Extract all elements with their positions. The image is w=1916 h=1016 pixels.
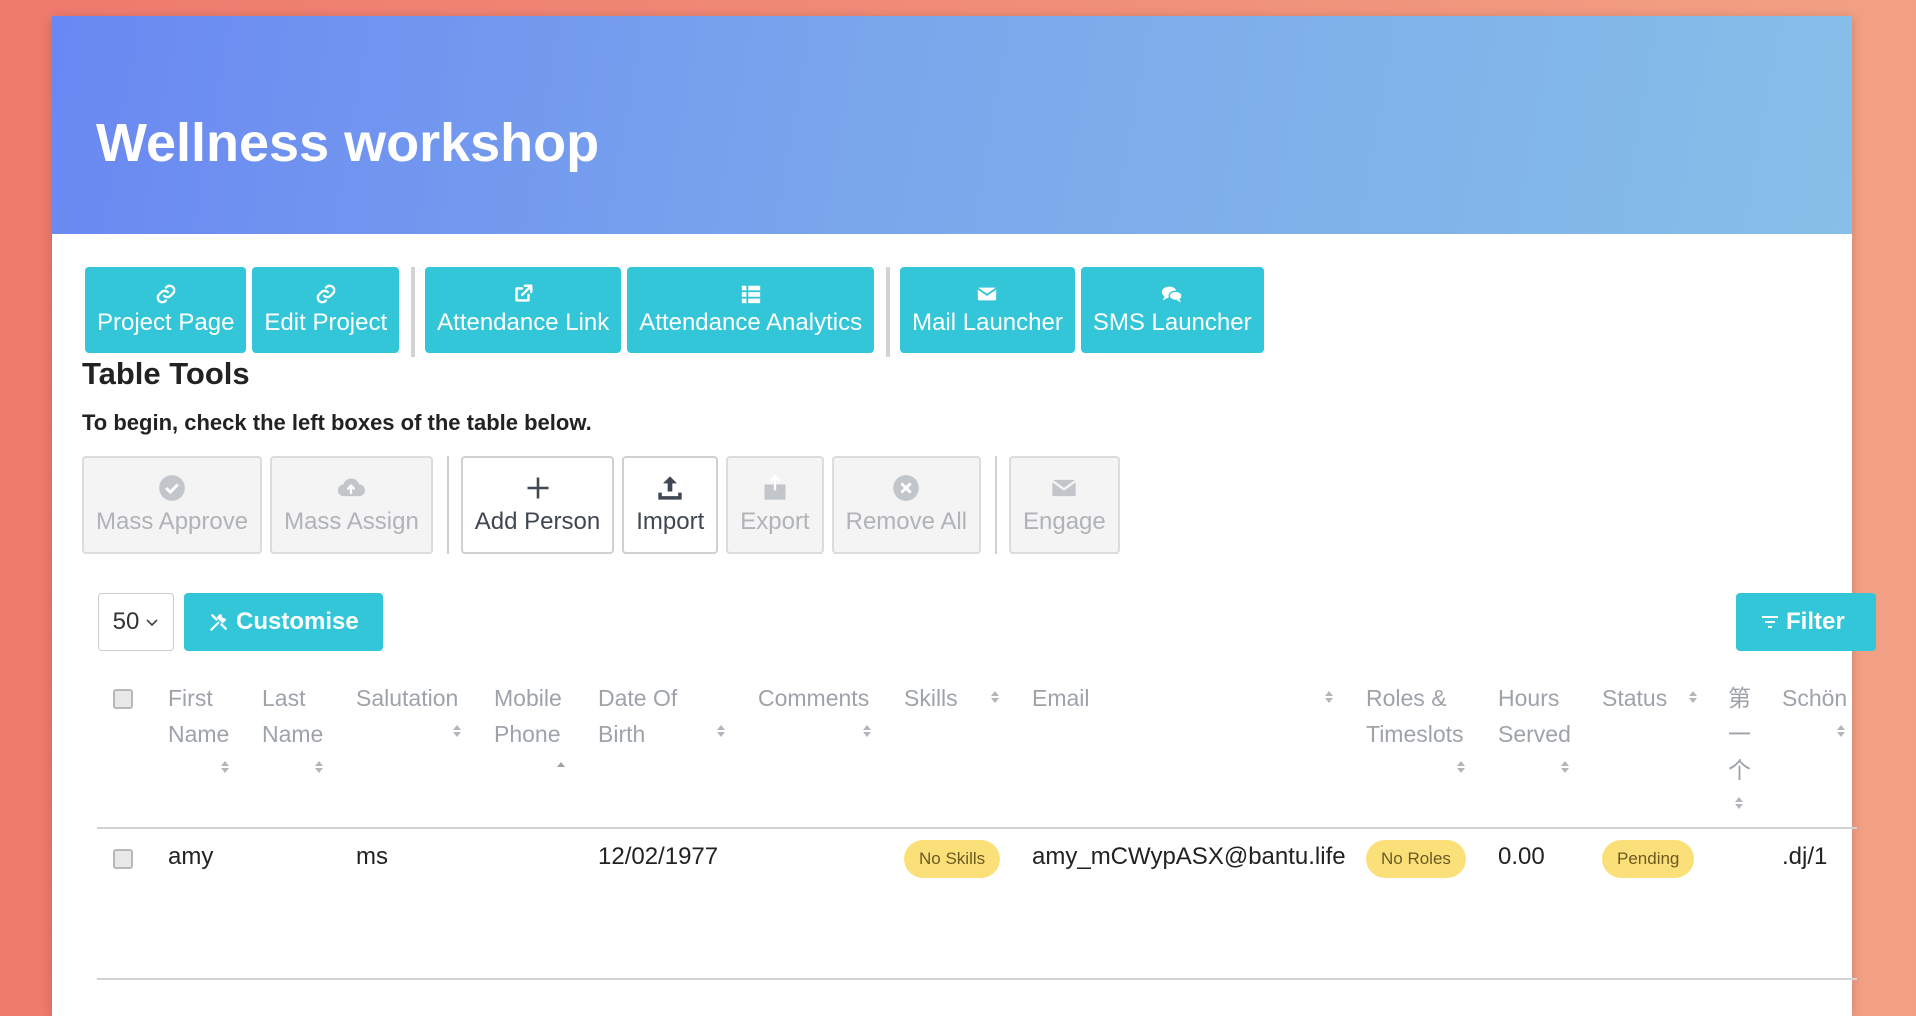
sort-asc-icon bbox=[556, 760, 566, 774]
table-list-icon bbox=[741, 285, 760, 304]
export-button[interactable]: Export bbox=[726, 456, 824, 554]
attendance-analytics-label: Attendance Analytics bbox=[639, 309, 863, 336]
remove-all-label: Remove All bbox=[845, 508, 967, 535]
column-header-first-name[interactable]: First Name bbox=[168, 680, 229, 773]
mail-launcher-button[interactable]: Mail Launcher bbox=[900, 267, 1075, 353]
row-checkbox[interactable] bbox=[113, 849, 133, 869]
sort-icon bbox=[1456, 760, 1466, 774]
table-tools-title: Table Tools bbox=[82, 356, 250, 391]
attendance-analytics-button[interactable]: Attendance Analytics bbox=[627, 267, 875, 353]
divider bbox=[995, 456, 997, 554]
header-banner: Wellness workshop bbox=[52, 16, 1852, 234]
share-box-icon bbox=[764, 474, 786, 500]
divider bbox=[446, 456, 449, 554]
sms-launcher-label: SMS Launcher bbox=[1092, 309, 1252, 336]
status-badge: Pending bbox=[1602, 840, 1695, 878]
column-header-comments[interactable]: Comments bbox=[758, 680, 871, 737]
column-header-cjk[interactable]: 第 一 个 bbox=[1728, 680, 1751, 809]
roles-badge: No Roles bbox=[1366, 840, 1466, 878]
table-footer-divider bbox=[97, 978, 1857, 980]
page-title: Wellness workshop bbox=[96, 113, 600, 173]
table-header-divider bbox=[97, 827, 1857, 829]
envelope-icon bbox=[1052, 479, 1077, 497]
column-header-skills[interactable]: Skills bbox=[904, 680, 999, 716]
sort-icon bbox=[990, 690, 1000, 704]
add-person-button[interactable]: Add Person bbox=[460, 456, 615, 554]
select-all-checkbox[interactable] bbox=[113, 689, 133, 709]
mass-assign-button[interactable]: Mass Assign bbox=[270, 456, 433, 554]
column-header-status[interactable]: Status bbox=[1602, 680, 1697, 716]
import-button[interactable]: Import bbox=[622, 456, 719, 554]
divider bbox=[411, 267, 416, 357]
column-header-date-of-birth[interactable]: Date Of Birth bbox=[598, 680, 725, 752]
customise-label: Customise bbox=[236, 608, 359, 635]
filter-label: Filter bbox=[1786, 608, 1845, 635]
envelope-icon bbox=[977, 287, 998, 301]
link-icon bbox=[156, 284, 176, 304]
chat-icon bbox=[1162, 286, 1183, 303]
sms-launcher-button[interactable]: SMS Launcher bbox=[1080, 267, 1264, 353]
column-header-schon[interactable]: Schön bbox=[1782, 680, 1847, 737]
table-tools-bar: Mass Approve Mass Assign Add Person Impo… bbox=[82, 456, 1128, 554]
sort-icon bbox=[220, 760, 230, 774]
edit-project-label: Edit Project bbox=[264, 309, 388, 336]
sort-icon bbox=[1324, 690, 1334, 704]
upload-tray-icon bbox=[658, 476, 682, 500]
column-header-email[interactable]: Email bbox=[1032, 680, 1333, 716]
sort-icon bbox=[1734, 796, 1744, 810]
engage-button[interactable]: Engage bbox=[1009, 456, 1120, 554]
sort-icon bbox=[1560, 760, 1570, 774]
column-header-salutation[interactable]: Salutation bbox=[356, 680, 461, 737]
tools-icon bbox=[209, 613, 228, 632]
project-actions-bar: Project Page Edit Project Attendance Lin… bbox=[85, 267, 1270, 357]
x-circle-icon bbox=[893, 475, 920, 501]
remove-all-button[interactable]: Remove All bbox=[831, 456, 981, 554]
sort-icon bbox=[314, 760, 324, 774]
cell-email: amy_mCWypASX@bantu.life bbox=[1032, 843, 1346, 870]
sort-icon bbox=[1836, 724, 1846, 738]
check-circle-icon bbox=[159, 475, 185, 501]
attendance-link-button[interactable]: Attendance Link bbox=[425, 267, 622, 353]
plus-icon bbox=[527, 477, 548, 499]
table-tools-instruction: To begin, check the left boxes of the ta… bbox=[82, 410, 592, 435]
cell-salutation: ms bbox=[356, 843, 388, 870]
external-link-icon bbox=[515, 284, 533, 302]
link-icon bbox=[316, 284, 336, 304]
cell-date-of-birth: 12/02/1977 bbox=[598, 843, 719, 870]
sort-icon bbox=[716, 724, 726, 738]
export-label: Export bbox=[740, 508, 810, 535]
engage-label: Engage bbox=[1023, 508, 1106, 535]
page-size-value: 50 bbox=[112, 608, 140, 635]
cloud-upload-icon bbox=[338, 478, 366, 497]
mass-approve-label: Mass Approve bbox=[96, 508, 249, 535]
page-size-select[interactable]: 50 bbox=[98, 593, 174, 651]
sort-icon bbox=[1688, 690, 1698, 704]
attendance-link-label: Attendance Link bbox=[437, 309, 610, 336]
edit-project-button[interactable]: Edit Project bbox=[252, 267, 400, 353]
mail-launcher-label: Mail Launcher bbox=[912, 309, 1063, 336]
sort-icon bbox=[862, 724, 872, 738]
import-label: Import bbox=[636, 508, 705, 535]
filter-button[interactable]: Filter bbox=[1736, 593, 1876, 651]
skills-badge: No Skills bbox=[904, 840, 1001, 878]
mass-approve-button[interactable]: Mass Approve bbox=[82, 456, 263, 554]
mass-assign-label: Mass Assign bbox=[284, 508, 419, 535]
divider bbox=[886, 267, 891, 357]
column-header-last-name[interactable]: Last Name bbox=[262, 680, 323, 773]
cell-hours-served: 0.00 bbox=[1498, 843, 1545, 870]
sort-icon bbox=[452, 724, 462, 738]
project-page-button[interactable]: Project Page bbox=[85, 267, 247, 353]
column-header-roles-timeslots[interactable]: Roles & Timeslots bbox=[1366, 680, 1465, 773]
cell-schon: .dj/1 bbox=[1782, 843, 1828, 870]
column-header-hours-served[interactable]: Hours Served bbox=[1498, 680, 1571, 773]
cell-first-name: amy bbox=[168, 843, 214, 870]
customise-button[interactable]: Customise bbox=[184, 593, 383, 651]
column-header-mobile-phone[interactable]: Mobile Phone bbox=[494, 680, 565, 767]
chevron-down-icon bbox=[146, 619, 158, 627]
filter-icon bbox=[1762, 616, 1778, 628]
project-page-label: Project Page bbox=[97, 309, 235, 336]
add-person-label: Add Person bbox=[474, 508, 601, 535]
